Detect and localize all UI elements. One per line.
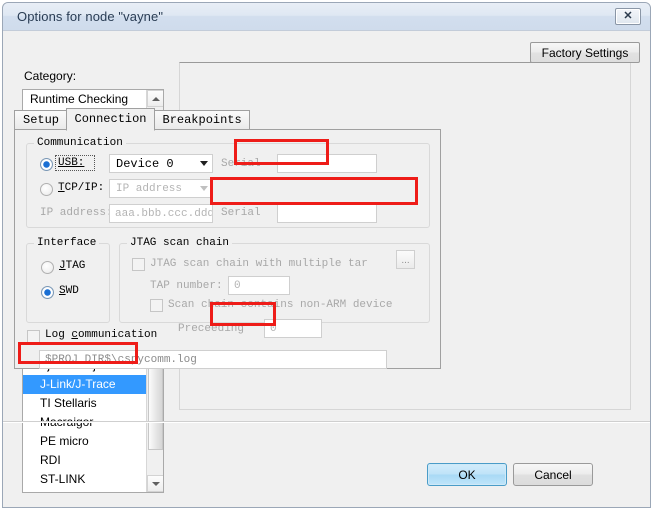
sidebar-item-rdi[interactable]: RDI [23,451,145,470]
usb-focus-rect [55,155,95,171]
connection-tab-page: Communication USB: Device 0 Serial TCP/I… [14,129,441,369]
jtag-scan-chain-group: JTAG scan chain JTAG scan chain with mul… [119,237,430,338]
ip-address-label: IP address: [40,207,113,219]
options-dialog: Options for node "vayne" ✕ Category: Run… [2,2,651,508]
footer-separator [3,421,650,423]
sidebar-item-runtime-checking[interactable]: Runtime Checking [23,90,145,109]
ok-button[interactable]: OK [427,463,507,486]
chevron-down-icon[interactable] [195,180,212,197]
sidebar-item-ti-stellaris[interactable]: TI Stellaris [23,394,145,413]
swd-radio-label: SWD [59,285,79,297]
jtag-radio[interactable] [41,261,54,274]
communication-group: Communication USB: Device 0 Serial TCP/I… [26,137,430,228]
usb-serial-input[interactable] [277,154,377,173]
window-title: Options for node "vayne" [17,9,164,24]
usb-device-value: Device 0 [116,157,174,171]
usb-device-combo[interactable]: Device 0 [109,154,213,173]
scroll-up-arrow-icon[interactable] [147,90,163,107]
usb-radio[interactable] [40,158,53,171]
cancel-button[interactable]: Cancel [513,463,593,486]
communication-group-title: Communication [34,137,126,149]
non-arm-label: Scan chain contains non-ARM device [168,299,393,311]
tcpip-label: TCP/IP: [58,182,105,194]
tab-connection[interactable]: Connection [65,108,155,131]
jtag-scan-chain-group-title: JTAG scan chain [127,237,233,249]
ip-address-input[interactable]: aaa.bbb.ccc.ddd [109,204,213,223]
tap-number-label: TAP number: [150,280,223,292]
tcpip-combo[interactable]: IP address [109,179,213,198]
chevron-down-icon[interactable] [195,155,212,172]
log-communication-label: Log communication [45,329,158,341]
tcpip-radio[interactable] [40,183,53,196]
factory-settings-button[interactable]: Factory Settings [530,42,640,63]
ellipsis-icon[interactable]: ... [396,250,415,269]
preceeding-label: Preceeding [178,323,245,335]
ip-serial-label: Serial [221,207,261,219]
multiple-targets-label: JTAG scan chain with multiple tar [150,258,368,270]
sidebar-item-j-link-j-trace[interactable]: J-Link/J-Trace [23,375,163,394]
scroll-down-arrow-icon[interactable] [147,475,163,492]
log-path-input[interactable]: $PROJ_DIR$\cspycomm.log [39,350,387,369]
dialog-client-area: Category: Runtime CheckingC/C++ Compiler… [3,31,650,507]
tab-setup[interactable]: Setup [14,110,67,130]
non-arm-checkbox[interactable] [150,299,163,312]
close-icon[interactable]: ✕ [615,8,641,25]
tcpip-combo-value: IP address [116,183,183,195]
multiple-targets-checkbox[interactable] [132,258,145,271]
category-label: Category: [24,69,77,83]
usb-serial-label: Serial [221,158,261,170]
preceeding-input[interactable]: 0 [264,319,322,338]
title-bar: Options for node "vayne" ✕ [3,3,650,31]
sidebar-item-st-link[interactable]: ST-LINK [23,470,145,489]
tab-breakpoints[interactable]: Breakpoints [153,110,250,130]
tap-number-input[interactable]: 0 [228,276,290,295]
jtag-radio-label: JTAG [59,260,86,272]
log-communication-checkbox[interactable] [27,330,40,343]
sidebar-item-third-party-driver[interactable]: Third-Party Driver [23,489,145,492]
sidebar-item-pe-micro[interactable]: PE micro [23,432,145,451]
interface-group: Interface JTAG SWD [26,237,110,323]
ip-serial-input[interactable] [277,204,377,223]
interface-group-title: Interface [34,237,100,249]
swd-radio[interactable] [41,286,54,299]
